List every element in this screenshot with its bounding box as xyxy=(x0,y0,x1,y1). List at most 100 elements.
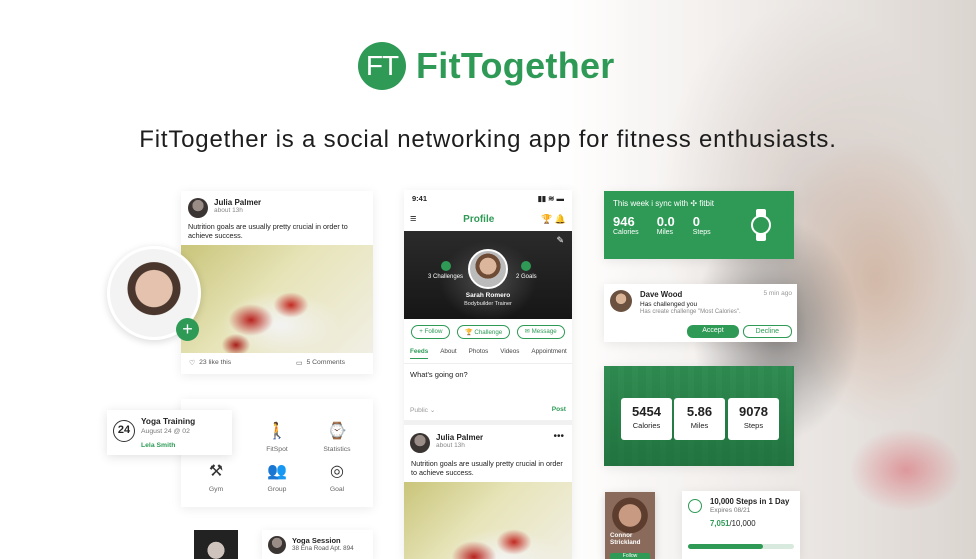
add-member-button[interactable]: + xyxy=(176,318,199,341)
page-title: Profile xyxy=(463,213,495,225)
follow-button[interactable]: + Follow xyxy=(411,325,451,339)
hamburger-menu-icon[interactable]: ≡ xyxy=(410,213,416,225)
stat-label: Miles xyxy=(690,421,709,430)
avatar[interactable] xyxy=(188,198,208,218)
stat-box-steps: 9078 Steps xyxy=(728,398,779,440)
grid-item-label: FitSpot xyxy=(266,446,288,453)
tab-appointment[interactable]: Appointment xyxy=(531,348,566,359)
post-header: Julia Palmer about 13h xyxy=(181,191,373,218)
yoga-session-card[interactable]: Yoga Session 38 Ena Road Apt. 894 xyxy=(262,530,373,559)
stat-value: 946 xyxy=(613,214,635,229)
last-name: Strickland xyxy=(610,539,641,547)
challenges-stat[interactable]: 3 Challenges xyxy=(428,261,463,280)
stat-value: 5454 xyxy=(632,404,661,419)
member-photo[interactable] xyxy=(194,530,238,559)
comments-count: 5 Comments xyxy=(306,359,345,367)
yoga-training-card[interactable]: 24 Yoga Training August 24 @ 02 Lela Smi… xyxy=(107,410,232,455)
post-text: Nutrition goals are usually pretty cruci… xyxy=(188,222,348,241)
stat-label: Steps xyxy=(692,229,711,236)
goal-target: /10,000 xyxy=(729,519,756,528)
accept-button[interactable]: Accept xyxy=(687,325,739,338)
steps-goal-card[interactable]: 10,000 Steps in 1 Day Expires 08/21 7,05… xyxy=(682,491,800,559)
session-title: Yoga Session xyxy=(292,536,341,545)
app-bar-actions: 🏆 🔔 xyxy=(541,214,566,225)
grid-item-statistics[interactable]: ⌚ Statistics xyxy=(307,421,367,453)
visibility-select[interactable]: Public ⌄ xyxy=(410,406,435,414)
profile-hero: ✎ 3 Challenges 2 Goals Sarah Romero Body… xyxy=(404,231,572,319)
fitbit-stat: 946 Calories xyxy=(613,214,639,236)
suggested-user-card[interactable]: Connor Strickland Follow xyxy=(605,492,655,559)
compose-footer: Public ⌄ Post xyxy=(404,406,572,425)
tab-feeds[interactable]: Feeds xyxy=(410,348,429,359)
post-time: about 13h xyxy=(214,207,243,214)
more-options-icon[interactable]: ••• xyxy=(553,431,564,442)
post-image[interactable] xyxy=(181,244,373,353)
session-address: 38 Ena Road Apt. 894 xyxy=(292,545,354,552)
plus-icon: + xyxy=(182,319,193,339)
edit-pencil-icon[interactable]: ✎ xyxy=(556,235,564,246)
post-author[interactable]: Julia Palmer xyxy=(214,198,261,207)
status-bar: 9:41 ▮▮ ≋ ▬ xyxy=(404,190,572,207)
goals-icon xyxy=(521,261,532,271)
profile-name: Sarah Romero xyxy=(465,292,511,299)
likes-count: 23 like this xyxy=(199,359,232,367)
event-host[interactable]: Lela Smith xyxy=(141,442,195,449)
stat-value: 0.0 xyxy=(656,214,675,229)
fitspot-icon: 🚶 xyxy=(267,423,287,440)
grid-item-group[interactable]: 👥 Group xyxy=(247,461,307,493)
stat-box-calories: 5454 Calories xyxy=(621,398,672,440)
post-author[interactable]: Julia Palmer xyxy=(436,433,483,442)
smartwatch-icon xyxy=(750,209,772,241)
post-footer: ♡ 23 like this ▭ 5 Comments xyxy=(181,353,373,367)
like-button[interactable]: ♡ 23 like this xyxy=(189,359,231,367)
feed-post-header: Julia Palmer about 13h ••• xyxy=(404,425,572,455)
profile-avatar[interactable] xyxy=(468,249,508,289)
post-button[interactable]: Post xyxy=(552,406,566,414)
tab-about[interactable]: About xyxy=(440,348,456,359)
comment-icon: ▭ xyxy=(296,359,303,367)
heart-icon: ♡ xyxy=(189,359,196,367)
post-card: Julia Palmer about 13h Nutrition goals a… xyxy=(181,191,373,374)
tab-videos[interactable]: Videos xyxy=(500,348,519,359)
visibility-value: Public xyxy=(410,407,428,414)
fitbit-stat: 0.0 Miles xyxy=(657,214,675,236)
activity-stats-card: 5454 Calories 5.86 Miles 9078 Steps xyxy=(604,366,794,466)
logo-mark-icon: FT xyxy=(358,42,406,90)
avatar[interactable] xyxy=(610,290,632,312)
grid-item-goal[interactable]: ◎ Goal xyxy=(307,461,367,493)
statistics-icon: ⌚ xyxy=(327,423,347,440)
shoe-icon xyxy=(688,499,702,513)
comments-button[interactable]: ▭ 5 Comments xyxy=(296,359,345,367)
goal-progress-text: 7,051/10,000 xyxy=(710,519,794,528)
stat-label: Calories xyxy=(632,421,661,430)
tagline: FitTogether is a social networking app f… xyxy=(139,126,837,153)
fitbit-stat: 0 Steps xyxy=(693,214,711,236)
brand-name: FitTogether xyxy=(416,45,615,86)
tab-photos[interactable]: Photos xyxy=(469,348,489,359)
grid-item-gym[interactable]: ⚒ Gym xyxy=(186,461,246,493)
follow-button[interactable]: Follow xyxy=(610,553,650,559)
compose-input[interactable]: What's going on? xyxy=(404,364,572,406)
challenge-time: 5 min ago xyxy=(763,290,792,297)
brand-logo: FT FitTogether xyxy=(358,42,615,90)
bell-icon[interactable]: 🔔 xyxy=(555,214,566,224)
challenge-button[interactable]: 🏆 Challenge xyxy=(456,325,511,339)
challenger-name[interactable]: Dave Wood xyxy=(640,290,741,299)
profile-actions: + Follow 🏆 Challenge ✉ Message xyxy=(404,319,572,345)
grid-item-fitspot[interactable]: 🚶 FitSpot xyxy=(247,421,307,453)
challenge-detail: Has create challenge "Most Calories". xyxy=(640,309,741,315)
avatar[interactable] xyxy=(410,433,430,453)
goals-label: 2 Goals xyxy=(516,274,537,280)
stat-box-miles: 5.86 Miles xyxy=(674,398,725,440)
signal-icons: ▮▮ ≋ ▬ xyxy=(537,194,564,203)
goals-stat[interactable]: 2 Goals xyxy=(516,261,537,280)
goal-icon: ◎ xyxy=(330,463,344,480)
chevron-down-icon: ⌄ xyxy=(429,407,436,414)
message-button[interactable]: ✉ Message xyxy=(516,325,565,339)
post-time: about 13h xyxy=(436,442,465,449)
trophy-icon[interactable]: 🏆 xyxy=(541,214,552,224)
feed-post-image[interactable] xyxy=(404,481,572,559)
profile-phone-screen: 9:41 ▮▮ ≋ ▬ ≡ Profile 🏆 🔔 ✎ 3 Challenges… xyxy=(404,190,572,559)
goal-expiry: Expires 08/21 xyxy=(710,507,751,514)
decline-button[interactable]: Decline xyxy=(742,325,792,338)
